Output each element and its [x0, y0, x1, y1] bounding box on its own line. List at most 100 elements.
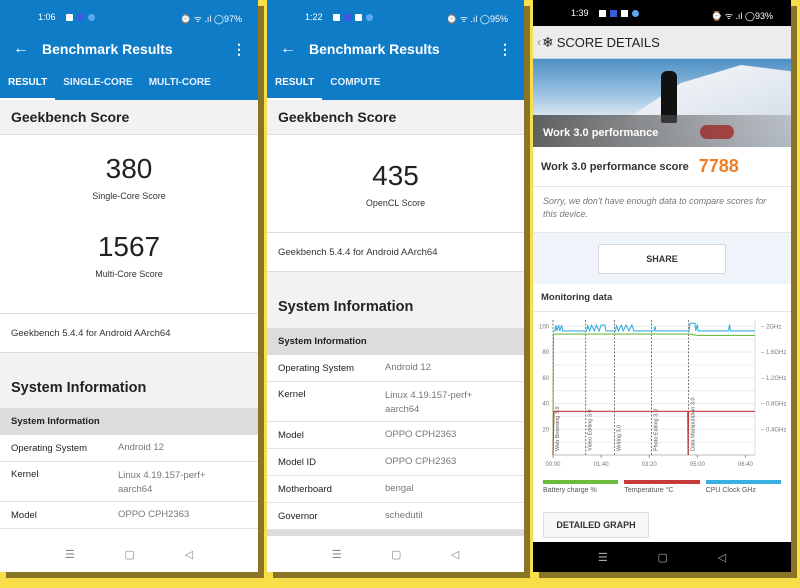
legend-swatch	[624, 480, 700, 484]
info-key: Operating System	[11, 442, 88, 454]
y-right-tick-label: – 0.8GHz	[761, 402, 786, 408]
back-chevron-icon[interactable]: ‹	[537, 35, 541, 49]
system-nav-bar: ☰ ▢ ◁	[0, 536, 258, 572]
info-key: Model	[278, 429, 304, 441]
info-row: Kernel Linux 4.19.157-perf+ aarch64	[0, 462, 258, 502]
legend-swatch	[543, 480, 619, 484]
back-arrow-icon[interactable]: ←	[267, 40, 309, 58]
tab-result[interactable]: RESULT	[0, 77, 56, 100]
multi-core-label: Multi-Core Score	[95, 269, 163, 279]
x-tick-label: 06:40	[738, 462, 754, 468]
info-row: Governor schedutil	[267, 503, 524, 530]
x-tick-label: 01:40	[594, 462, 610, 468]
back-button[interactable]: ◁	[185, 548, 193, 561]
info-value: schedutil	[385, 510, 423, 521]
monitoring-title: Monitoring data	[533, 284, 791, 312]
legend-cpu-clock: CPU Clock GHz	[705, 480, 781, 504]
y-right-tick-label: – 0.4GHz	[761, 427, 786, 433]
youtube-icon	[355, 13, 362, 21]
system-nav-bar: ☰ ▢ ◁	[267, 536, 524, 572]
home-button[interactable]: ▢	[125, 548, 135, 561]
hero-caption: Work 3.0 performance	[543, 127, 659, 139]
info-row: Model OPPO CPH2363	[267, 422, 524, 449]
info-value: Linux 4.19.157-perf+ aarch64	[118, 469, 205, 501]
kernel-line1: Linux 4.19.157-perf+	[118, 470, 206, 481]
tab-bar: RESULT SINGLE-CORE MULTI-CORE	[0, 64, 258, 100]
home-button[interactable]: ▢	[658, 551, 668, 564]
y-left-tick-label: 20	[542, 427, 549, 433]
youtube-icon	[621, 9, 628, 17]
recents-button[interactable]: ☰	[598, 551, 608, 564]
info-row: Kernel Linux 4.19.157-perf+ aarch64	[267, 382, 524, 422]
opencl-score: 435	[372, 160, 419, 191]
spacer	[267, 272, 524, 286]
info-value: Android 12	[118, 442, 164, 453]
browser-icon	[366, 13, 373, 21]
workload-label: Video Editing 3.0	[588, 410, 594, 452]
back-button[interactable]: ◁	[718, 551, 726, 564]
series-line-cpu-clock	[553, 322, 755, 333]
legend-temperature: Temperature °C	[624, 480, 700, 504]
workload-label: Writing 3.0	[617, 425, 623, 451]
detail-area: DETAILED GRAPH	[533, 504, 791, 544]
y-left-tick-label: 100	[539, 324, 550, 330]
app-notification-icon	[77, 13, 84, 21]
geekbench-score-heading: Geekbench Score	[267, 100, 524, 135]
status-time: 1:22	[305, 12, 323, 22]
legend-battery: Battery charge %	[543, 480, 619, 504]
page-title: SCORE DETAILS	[556, 34, 660, 50]
info-key: Model ID	[278, 456, 317, 468]
share-area: SHARE	[533, 233, 791, 284]
browser-icon	[632, 9, 639, 17]
back-button[interactable]: ◁	[451, 548, 459, 561]
tab-compute[interactable]: COMPUTE	[322, 77, 388, 100]
status-time: 1:39	[571, 8, 589, 18]
geekbench-score-heading: Geekbench Score	[0, 100, 258, 135]
monitoring-chart: 20 40 60 80 100 – 0.4GHz – 0.8GHz – 1.2GHz – 1.6…	[533, 312, 791, 480]
app-title: Benchmark Results	[42, 41, 173, 57]
legend-swatch	[705, 480, 781, 484]
y-right-tick-label: – 1.2GHz	[761, 376, 786, 382]
tab-multi-core[interactable]: MULTI-CORE	[141, 77, 219, 100]
app-header: 1:06 ⌚ ᯤ .ıl ◯97% ← Benchmark Results ⋮ …	[0, 0, 258, 100]
tab-single-core[interactable]: SINGLE-CORE	[55, 77, 140, 100]
back-arrow-icon[interactable]: ←	[0, 40, 42, 58]
info-row: Operating System Android 12	[0, 435, 258, 462]
score-block: 435 OpenCL Score	[267, 135, 524, 232]
settings-icon	[66, 13, 73, 21]
info-key: Model	[11, 509, 37, 521]
tab-result[interactable]: RESULT	[267, 77, 323, 100]
recents-button[interactable]: ☰	[332, 548, 342, 561]
info-value: Linux 4.19.157-perf+ aarch64	[385, 389, 472, 421]
detailed-graph-button[interactable]: DETAILED GRAPH	[543, 512, 649, 538]
chart-legend: Battery charge % Temperature °C CPU Cloc…	[533, 480, 791, 504]
score-block: 380 Single-Core Score 1567 Multi-Core Sc…	[0, 135, 258, 313]
info-row: Motherboard bengal	[267, 476, 524, 503]
home-button[interactable]: ▢	[391, 548, 401, 561]
app-logo-icon: ❄	[542, 33, 554, 50]
spacer	[0, 353, 258, 369]
geekbench-cpu-screen: 1:06 ⌚ ᯤ .ıl ◯97% ← Benchmark Results ⋮ …	[0, 0, 258, 572]
geekbench-compute-screen: 1:22 ⌚ ᯤ .ıl ◯95% ← Benchmark Results ⋮ …	[267, 0, 524, 572]
kernel-line2: aarch64	[385, 404, 420, 415]
hero-image: Work 3.0 performance	[533, 59, 791, 147]
info-row: Model OPPO CPH2363	[0, 502, 258, 529]
x-tick-label: 05:00	[690, 462, 706, 468]
more-options-icon[interactable]: ⋮	[498, 41, 512, 58]
status-bar: 1:39 ⌚ ᯤ .ıl ◯93%	[533, 0, 791, 26]
workload-label: Photo Editing 3.0	[654, 409, 660, 451]
legend-label: Battery charge %	[543, 487, 597, 494]
more-options-icon[interactable]: ⋮	[232, 41, 246, 58]
kernel-line2: aarch64	[118, 484, 153, 495]
legend-label: CPU Clock GHz	[705, 487, 756, 494]
tab-bar: RESULT COMPUTE	[267, 64, 524, 100]
y-left-tick-label: 60	[542, 376, 549, 382]
system-info-heading: System Information	[0, 369, 258, 408]
status-bar: 1:06 ⌚ ᯤ .ıl ◯97%	[0, 0, 258, 34]
kernel-line1: Linux 4.19.157-perf+	[385, 390, 473, 401]
geekbench-version: Geekbench 5.4.4 for Android AArch64	[267, 232, 524, 272]
score-details-header: ‹ ❄ SCORE DETAILS	[533, 26, 791, 59]
share-button[interactable]: SHARE	[598, 243, 726, 274]
settings-icon	[599, 9, 606, 17]
recents-button[interactable]: ☰	[65, 548, 75, 561]
